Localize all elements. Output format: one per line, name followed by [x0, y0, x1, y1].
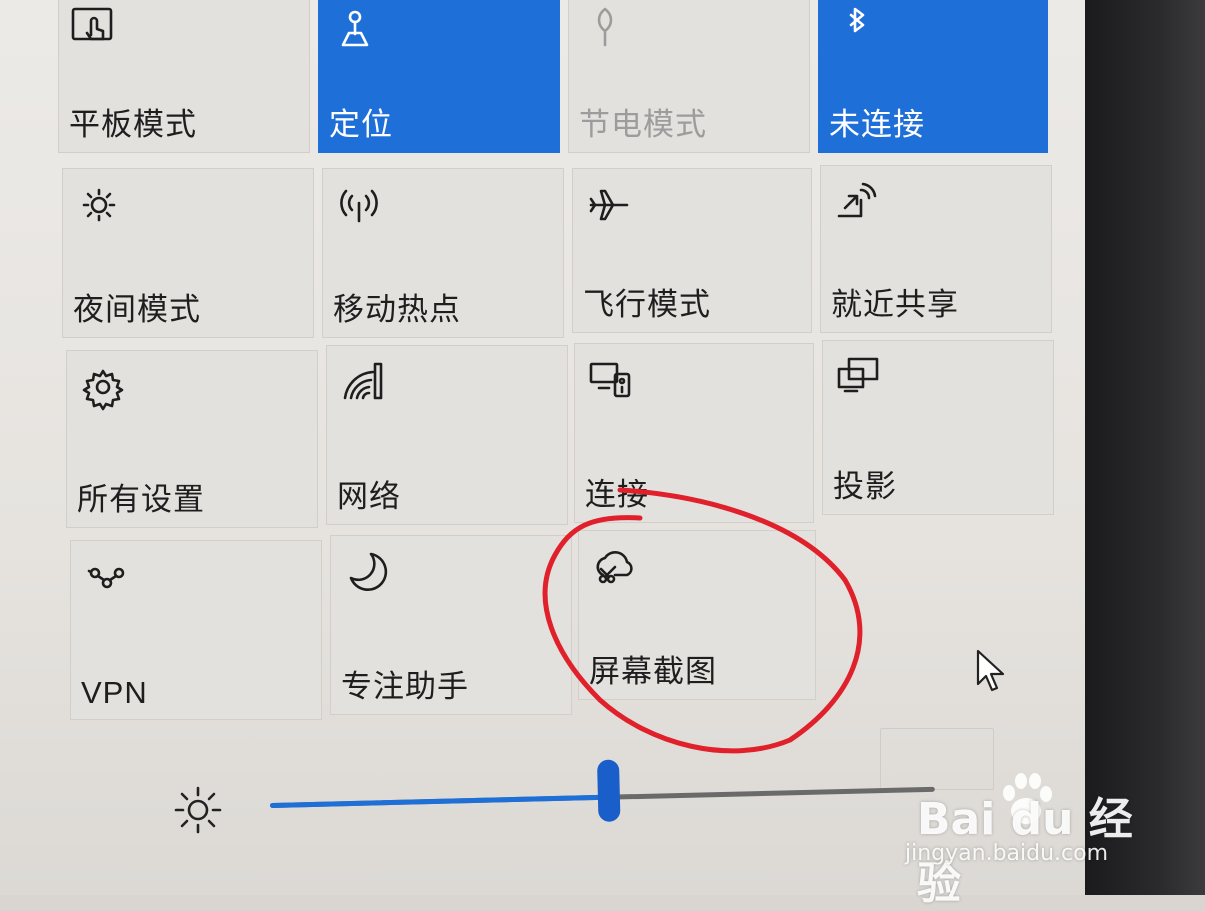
tile-nearby-share[interactable]: 就近共享: [820, 165, 1052, 333]
action-center-panel: 平板模式 定位 节电模式 未连接 夜间模式 移动热点 飞行模式 就近共享 所有设…: [0, 0, 1090, 895]
tile-night-light[interactable]: 夜间模式: [62, 168, 314, 338]
tile-label: 平板模式: [69, 107, 197, 142]
brightness-slider[interactable]: [269, 759, 935, 822]
tile-battery-saver[interactable]: 节电模式: [568, 0, 810, 153]
battery-saver-icon: [579, 1, 631, 53]
tile-label: 节电模式: [579, 107, 707, 142]
brightness-slider-fill: [269, 794, 610, 808]
tile-tablet-mode[interactable]: 平板模式: [58, 0, 310, 153]
baidu-watermark: Bai du 经验 jingyan.baidu.com: [905, 765, 1145, 909]
tile-label: 就近共享: [831, 287, 959, 322]
network-icon: [337, 356, 389, 408]
tile-label: 网络: [337, 479, 401, 514]
tile-label: 飞行模式: [583, 287, 711, 322]
project-icon: [833, 351, 885, 403]
tile-connect[interactable]: 连接: [574, 343, 814, 523]
tile-focus-assist[interactable]: 专注助手: [330, 535, 572, 715]
brightness-icon: [168, 780, 228, 840]
tile-label: 夜间模式: [73, 292, 201, 327]
screen-snip-icon: [589, 541, 641, 593]
tile-location[interactable]: 定位: [318, 0, 560, 153]
airplane-icon: [583, 179, 635, 231]
watermark-url: jingyan.baidu.com: [905, 841, 1109, 866]
tile-label: 定位: [329, 107, 393, 142]
tile-label: 专注助手: [341, 669, 469, 704]
nearby-share-icon: [831, 176, 883, 228]
brightness-row: [160, 759, 960, 840]
vpn-icon: [81, 551, 133, 603]
brightness-slider-thumb[interactable]: [597, 759, 621, 822]
tablet-mode-icon: [69, 1, 121, 53]
location-icon: [329, 1, 381, 53]
tile-bluetooth[interactable]: 未连接: [818, 0, 1048, 153]
tile-label: 屏幕截图: [589, 654, 717, 689]
tile-airplane-mode[interactable]: 飞行模式: [572, 168, 812, 333]
tile-project[interactable]: 投影: [822, 340, 1054, 515]
tile-screen-snip[interactable]: 屏幕截图: [578, 530, 816, 700]
mouse-pointer-icon: [976, 649, 1005, 692]
bluetooth-icon: [829, 1, 881, 53]
tile-label: 连接: [585, 477, 649, 512]
tile-network[interactable]: 网络: [326, 345, 568, 525]
tile-all-settings[interactable]: 所有设置: [66, 350, 318, 528]
tile-label: 所有设置: [77, 482, 205, 517]
tile-label: 投影: [833, 469, 897, 504]
tile-vpn[interactable]: VPN: [70, 540, 322, 720]
gear-icon: [77, 361, 129, 413]
tile-mobile-hotspot[interactable]: 移动热点: [322, 168, 564, 338]
night-light-icon: [73, 179, 125, 231]
tile-label: 移动热点: [333, 292, 461, 327]
moon-icon: [341, 546, 393, 598]
mobile-hotspot-icon: [333, 179, 385, 231]
tile-label: VPN: [81, 675, 148, 710]
screen-bezel: [1085, 0, 1205, 895]
tile-label: 未连接: [829, 107, 925, 142]
connect-icon: [585, 354, 637, 406]
